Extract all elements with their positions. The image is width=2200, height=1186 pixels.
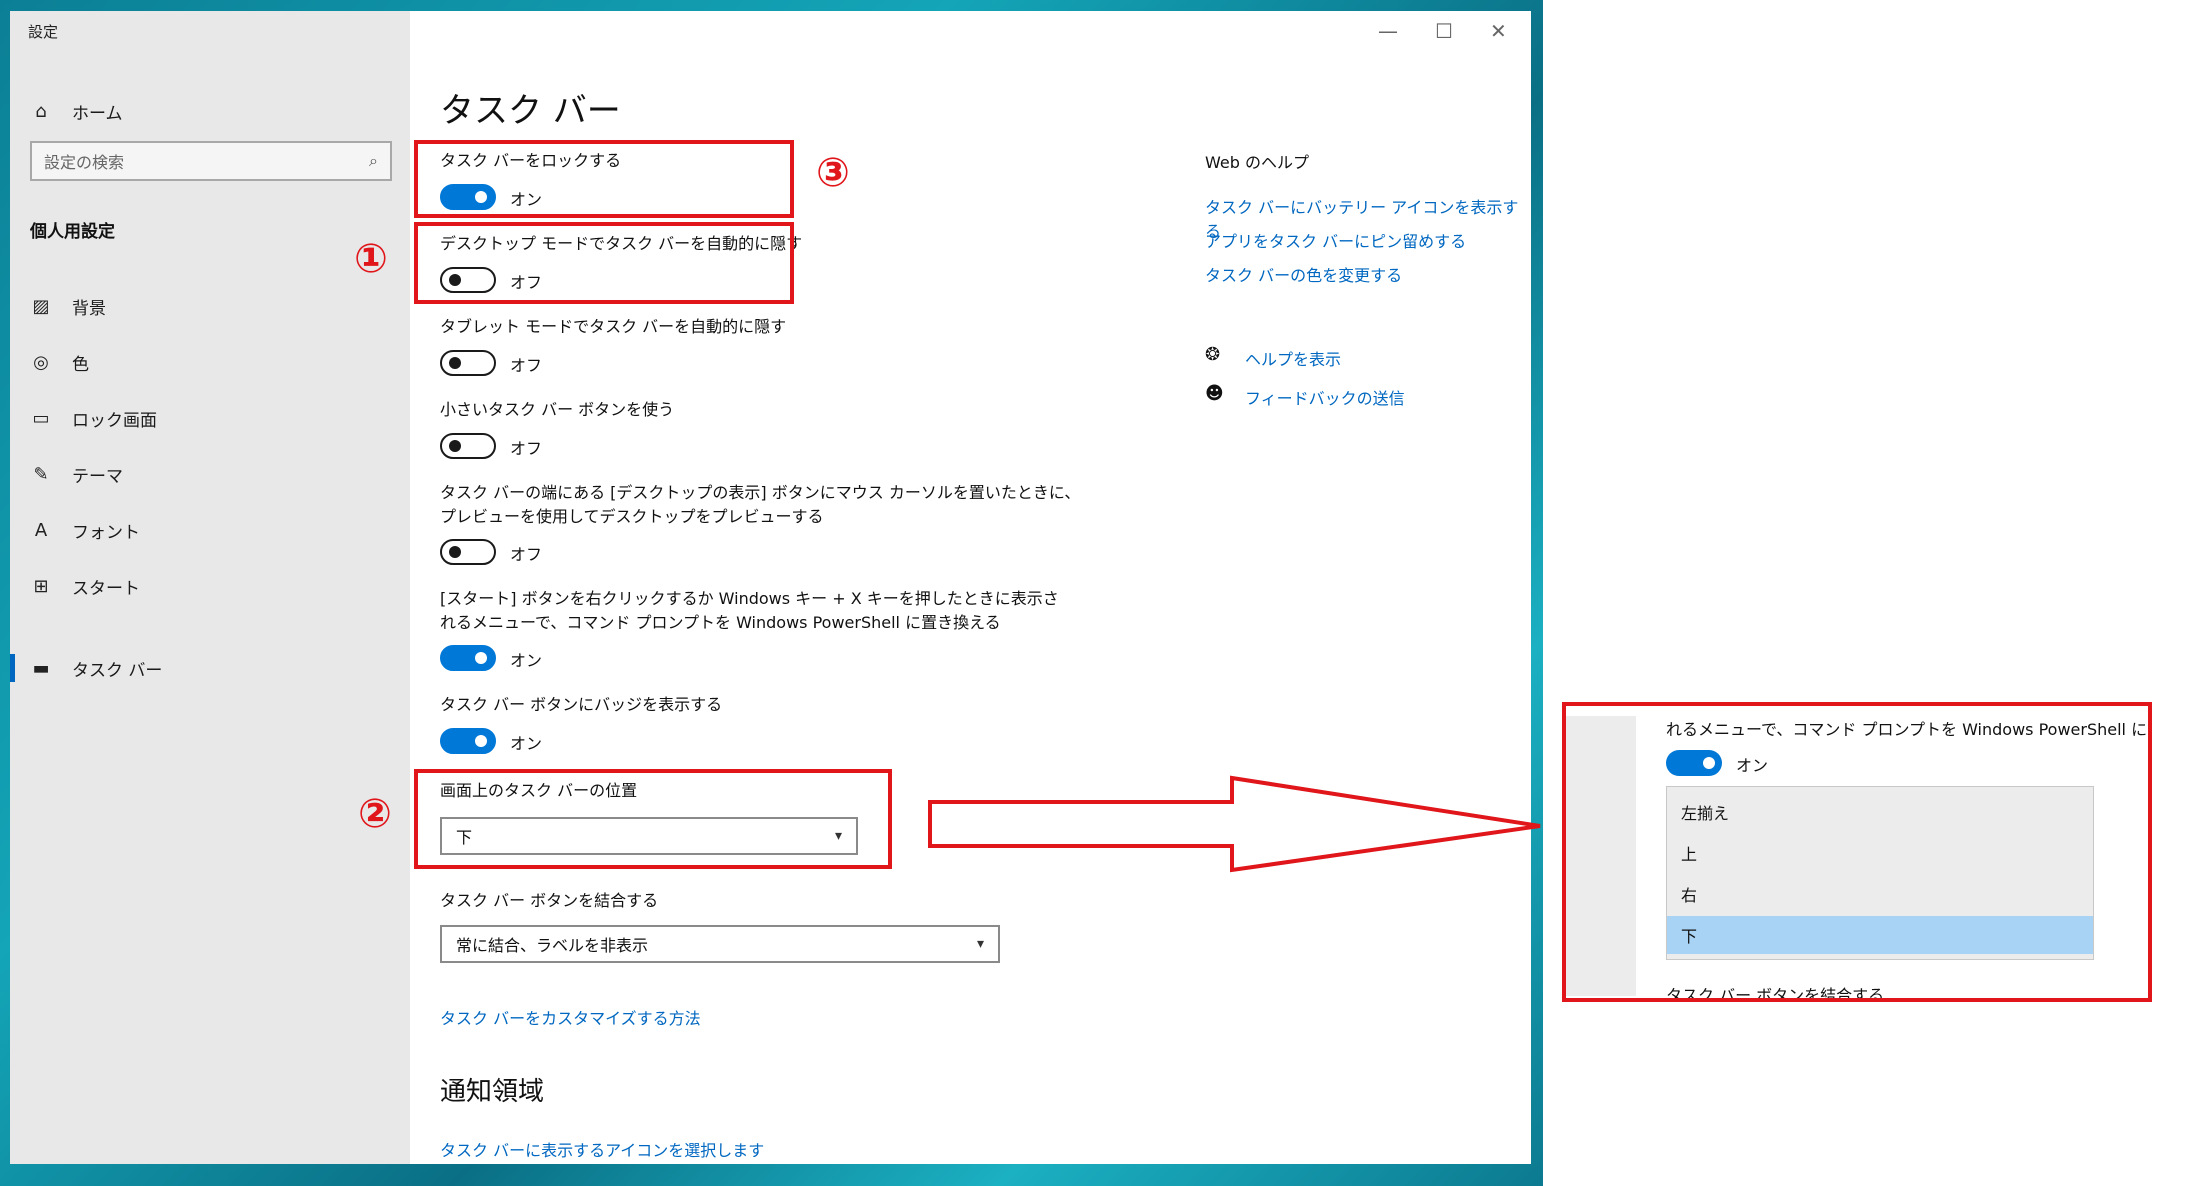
section-heading: 個人用設定 [30, 222, 115, 242]
annotation-box-2 [414, 769, 892, 869]
search-icon: ⌕ [369, 151, 378, 170]
annotation-box-3 [414, 140, 794, 218]
help-icon: ❂ [1205, 344, 1221, 365]
sidebar-item-label: 色 [72, 354, 89, 375]
position-options-list: 左揃え 上 右 下 [1666, 786, 2094, 960]
annotation-arrow [928, 775, 1541, 873]
toggle-knob [449, 546, 461, 558]
sidebar-item-label: ホーム [72, 103, 123, 124]
setting-label-line1: タスク バーの端にある [デスクトップの表示] ボタンにマウス カーソルを置いた… [440, 483, 1081, 502]
dropdown-value: 常に結合、ラベルを非表示 [456, 936, 649, 955]
sidebar-item-label: テーマ [72, 466, 123, 487]
setting-label-line2: プレビューを使用してデスクトップをプレビューする [440, 507, 824, 526]
help-heading: Web のヘルプ [1205, 153, 1309, 172]
notification-icons-link[interactable]: タスク バーに表示するアイコンを選択します [440, 1137, 764, 1161]
inset-sidebar [1566, 716, 1636, 996]
option-top[interactable]: 上 [1667, 834, 2093, 872]
theme-icon: ✎ [33, 463, 49, 485]
toggle-knob [449, 357, 461, 369]
minimize-button[interactable]: — [1378, 19, 1398, 43]
toggle-state: オフ [510, 439, 543, 458]
inset-setting-label: れるメニューで、コマンド プロンプトを Windows PowerShell に… [1666, 720, 2148, 739]
active-indicator [10, 654, 15, 682]
customize-link[interactable]: タスク バーをカスタマイズする方法 [440, 1005, 701, 1029]
sidebar-item-background[interactable]: ▨ 背景 [28, 286, 398, 326]
help-link[interactable]: アプリをタスク バーにピン留めする [1205, 228, 1466, 252]
toggle-knob [475, 735, 487, 747]
setting-label-line1: [スタート] ボタンを右クリックするか Windows キー + X キーを押し… [440, 589, 1059, 608]
sidebar-item-label: タスク バー [72, 660, 163, 681]
sidebar: 設定 ⌂ ホーム 設定の検索 ⌕ 個人用設定 ▨ 背景 ◎ 色 ▭ ロック画面 [10, 11, 410, 1164]
annotation-box-1 [414, 222, 794, 304]
toggle-state: オン [510, 734, 543, 753]
option-right[interactable]: 右 [1667, 875, 2093, 913]
window-title: 設定 [28, 23, 59, 41]
feedback-link[interactable]: フィードバックの送信 [1245, 385, 1405, 409]
combine-dropdown[interactable]: 常に結合、ラベルを非表示 ▾ [440, 925, 1000, 963]
sidebar-item-color[interactable]: ◎ 色 [28, 342, 398, 382]
start-icon: ⊞ [33, 575, 49, 597]
palette-icon: ◎ [33, 351, 49, 373]
inset-toggle[interactable] [1666, 750, 1722, 776]
annotation-number-3: ③ [816, 150, 850, 196]
chevron-down-icon: ▾ [976, 936, 984, 952]
help-link[interactable]: タスク バーの色を変更する [1205, 262, 1402, 286]
peek-toggle[interactable] [440, 539, 496, 565]
sidebar-item-label: フォント [72, 522, 140, 543]
sidebar-item-theme[interactable]: ✎ テーマ [28, 454, 398, 494]
page-title: タスク バー [440, 91, 621, 131]
setting-label: タスク バー ボタンにバッジを表示する [440, 695, 723, 714]
inset-toggle-state: オン [1736, 756, 1769, 775]
small-buttons-toggle[interactable] [440, 433, 496, 459]
setting-label: 小さいタスク バー ボタンを使う [440, 400, 675, 419]
setting-label: タブレット モードでタスク バーを自動的に隠す [440, 317, 787, 336]
sidebar-item-label: 背景 [72, 298, 106, 319]
image-icon: ▨ [32, 295, 50, 317]
sidebar-item-home[interactable]: ⌂ ホーム [28, 91, 398, 131]
option-left[interactable]: 左揃え [1667, 793, 2093, 831]
search-placeholder: 設定の検索 [44, 153, 125, 172]
toggle-knob [475, 652, 487, 664]
lock-screen-icon: ▭ [32, 407, 50, 429]
toggle-state: オン [510, 651, 543, 670]
toggle-knob [1703, 757, 1715, 769]
sidebar-item-label: スタート [72, 578, 140, 599]
taskbar-icon: ▬ [32, 657, 50, 679]
home-icon: ⌂ [35, 100, 47, 122]
autohide-tablet-toggle[interactable] [440, 350, 496, 376]
toggle-state: オフ [510, 356, 543, 375]
option-bottom[interactable]: 下 [1667, 916, 2093, 954]
sidebar-item-lock-screen[interactable]: ▭ ロック画面 [28, 398, 398, 438]
combine-label: タスク バー ボタンを結合する [440, 891, 659, 910]
annotation-number-2: ② [358, 791, 392, 837]
toggle-state: オフ [510, 545, 543, 564]
font-icon: A [34, 519, 48, 541]
zoom-inset: れるメニューで、コマンド プロンプトを Windows PowerShell に… [1562, 702, 2152, 1002]
sidebar-item-label: ロック画面 [72, 410, 157, 431]
search-input[interactable]: 設定の検索 ⌕ [30, 141, 392, 181]
sidebar-item-start[interactable]: ⊞ スタート [28, 566, 398, 606]
notification-heading: 通知領域 [440, 1077, 545, 1107]
close-button[interactable]: ✕ [1490, 19, 1507, 43]
toggle-knob [449, 440, 461, 452]
sidebar-item-taskbar[interactable]: ▬ タスク バー [28, 648, 398, 688]
inset-cut-text: タスク バー ボタンを結合する [1666, 986, 1885, 1002]
annotation-number-1: ① [354, 236, 388, 282]
badges-toggle[interactable] [440, 728, 496, 754]
feedback-icon: ☻ [1205, 383, 1224, 404]
powershell-toggle[interactable] [440, 645, 496, 671]
screenshot-root: 設定 ⌂ ホーム 設定の検索 ⌕ 個人用設定 ▨ 背景 ◎ 色 ▭ ロック画面 [0, 0, 2200, 1186]
maximize-button[interactable]: ☐ [1435, 19, 1453, 43]
setting-label-line2: れるメニューで、コマンド プロンプトを Windows PowerShell に… [440, 613, 1001, 632]
get-help-link[interactable]: ヘルプを表示 [1245, 346, 1341, 370]
sidebar-item-font[interactable]: A フォント [28, 510, 398, 550]
